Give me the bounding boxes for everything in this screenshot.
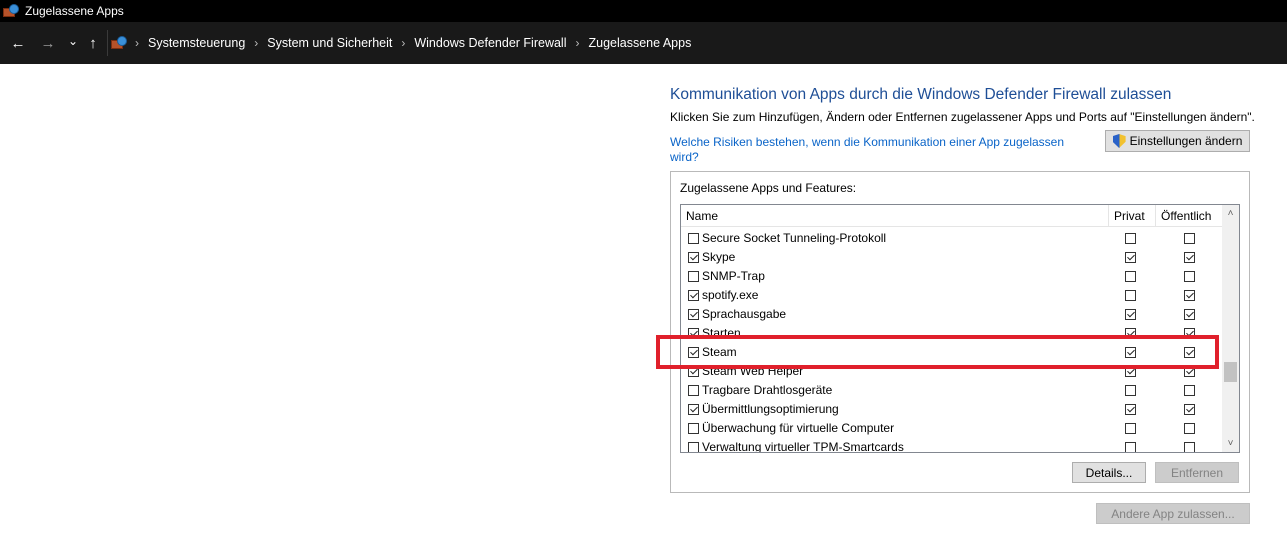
- public-checkbox[interactable]: [1184, 309, 1195, 320]
- private-checkbox[interactable]: [1125, 442, 1136, 452]
- app-name: Sprachausgabe: [702, 307, 787, 321]
- risk-info-link[interactable]: Welche Risiken bestehen, wenn die Kommun…: [670, 135, 1090, 165]
- enable-checkbox[interactable]: [688, 290, 699, 301]
- private-checkbox[interactable]: [1125, 290, 1136, 301]
- column-header-name[interactable]: Name: [686, 209, 718, 223]
- private-checkbox[interactable]: [1125, 404, 1136, 415]
- list-item[interactable]: Sprachausgabe: [681, 305, 1222, 324]
- breadcrumb-separator: ›: [135, 36, 139, 50]
- title-bar: Zugelassene Apps: [0, 0, 1287, 22]
- list-item[interactable]: Verwaltung virtueller TPM-Smartcards: [681, 438, 1222, 453]
- breadcrumb-separator: ›: [401, 36, 406, 50]
- enable-checkbox[interactable]: [688, 233, 699, 244]
- vertical-scrollbar[interactable]: ˄ ˅: [1222, 205, 1239, 452]
- enable-checkbox[interactable]: [688, 309, 699, 320]
- private-checkbox[interactable]: [1125, 271, 1136, 282]
- list-item[interactable]: Secure Socket Tunneling-Protokoll: [681, 229, 1222, 248]
- breadcrumb-zugelassene-apps[interactable]: Zugelassene Apps: [588, 36, 691, 50]
- app-name: spotify.exe: [702, 288, 759, 302]
- scroll-up-arrow-icon[interactable]: ˄: [1222, 205, 1239, 222]
- private-checkbox[interactable]: [1125, 252, 1136, 263]
- private-checkbox[interactable]: [1125, 233, 1136, 244]
- enable-checkbox[interactable]: [688, 271, 699, 282]
- allowed-apps-list[interactable]: Name Privat Öffentlich Secure Socket Tun…: [680, 204, 1240, 453]
- breadcrumb[interactable]: › Systemsteuerung › System und Sicherhei…: [107, 30, 1287, 56]
- public-checkbox[interactable]: [1184, 423, 1195, 434]
- public-checkbox[interactable]: [1184, 404, 1195, 415]
- public-checkbox[interactable]: [1184, 442, 1195, 452]
- app-name: SNMP-Trap: [702, 269, 765, 283]
- breadcrumb-windows-defender-firewall[interactable]: Windows Defender Firewall: [414, 36, 566, 50]
- public-checkbox[interactable]: [1184, 385, 1195, 396]
- enable-checkbox[interactable]: [688, 404, 699, 415]
- firewall-icon: [3, 3, 19, 19]
- steam-row-highlight: [656, 335, 1219, 369]
- list-header: Name Privat Öffentlich: [681, 205, 1222, 227]
- window-title: Zugelassene Apps: [25, 4, 124, 18]
- breadcrumb-system-und-sicherheit[interactable]: System und Sicherheit: [267, 36, 392, 50]
- breadcrumb-separator: ›: [575, 36, 580, 50]
- firewall-location-icon: [111, 35, 127, 51]
- app-name: Überwachung für virtuelle Computer: [702, 421, 895, 435]
- list-item[interactable]: SNMP-Trap: [681, 267, 1222, 286]
- remove-button[interactable]: Entfernen: [1155, 462, 1239, 483]
- scroll-down-arrow-icon[interactable]: ˅: [1222, 435, 1239, 452]
- column-divider[interactable]: [1108, 205, 1109, 227]
- enable-checkbox[interactable]: [688, 423, 699, 434]
- recent-locations-chevron-icon[interactable]: ⌄: [62, 30, 84, 52]
- app-name: Übermittlungsoptimierung: [702, 402, 839, 416]
- private-checkbox[interactable]: [1125, 385, 1136, 396]
- public-checkbox[interactable]: [1184, 252, 1195, 263]
- breadcrumb-separator: ›: [254, 36, 259, 50]
- back-arrow-icon[interactable]: ←: [7, 32, 29, 54]
- change-settings-button[interactable]: Einstellungen ändern: [1105, 130, 1250, 152]
- enable-checkbox[interactable]: [688, 385, 699, 396]
- address-bar: ← → ⌄ ↑ › Systemsteuerung › System und S…: [0, 22, 1287, 64]
- page-description: Klicken Sie zum Hinzufügen, Ändern oder …: [670, 110, 1255, 124]
- list-item[interactable]: spotify.exe: [681, 286, 1222, 305]
- change-settings-label: Einstellungen ändern: [1129, 134, 1243, 148]
- details-button[interactable]: Details...: [1072, 462, 1146, 483]
- list-item[interactable]: Überwachung für virtuelle Computer: [681, 419, 1222, 438]
- app-name: Secure Socket Tunneling-Protokoll: [702, 231, 887, 245]
- app-name: Verwaltung virtueller TPM-Smartcards: [702, 440, 904, 453]
- list-item[interactable]: Übermittlungsoptimierung: [681, 400, 1222, 419]
- enable-checkbox[interactable]: [688, 252, 699, 263]
- app-name: Skype: [702, 250, 736, 264]
- private-checkbox[interactable]: [1125, 423, 1136, 434]
- list-item[interactable]: Tragbare Drahtlosgeräte: [681, 381, 1222, 400]
- app-name: Tragbare Drahtlosgeräte: [702, 383, 833, 397]
- scrollbar-thumb[interactable]: [1224, 362, 1237, 382]
- forward-arrow-icon[interactable]: →: [37, 32, 59, 54]
- allowed-apps-label: Zugelassene Apps und Features:: [680, 181, 857, 195]
- column-header-public[interactable]: Öffentlich: [1161, 209, 1211, 223]
- public-checkbox[interactable]: [1184, 271, 1195, 282]
- column-header-private[interactable]: Privat: [1114, 209, 1145, 223]
- list-item[interactable]: Skype: [681, 248, 1222, 267]
- column-divider[interactable]: [1155, 205, 1156, 227]
- public-checkbox[interactable]: [1184, 290, 1195, 301]
- page-title: Kommunikation von Apps durch die Windows…: [670, 86, 1172, 103]
- uac-shield-icon: [1112, 134, 1126, 148]
- breadcrumb-systemsteuerung[interactable]: Systemsteuerung: [148, 36, 245, 50]
- private-checkbox[interactable]: [1125, 309, 1136, 320]
- up-arrow-icon[interactable]: ↑: [82, 32, 104, 54]
- enable-checkbox[interactable]: [688, 442, 699, 452]
- public-checkbox[interactable]: [1184, 233, 1195, 244]
- allow-other-app-button[interactable]: Andere App zulassen...: [1096, 503, 1250, 524]
